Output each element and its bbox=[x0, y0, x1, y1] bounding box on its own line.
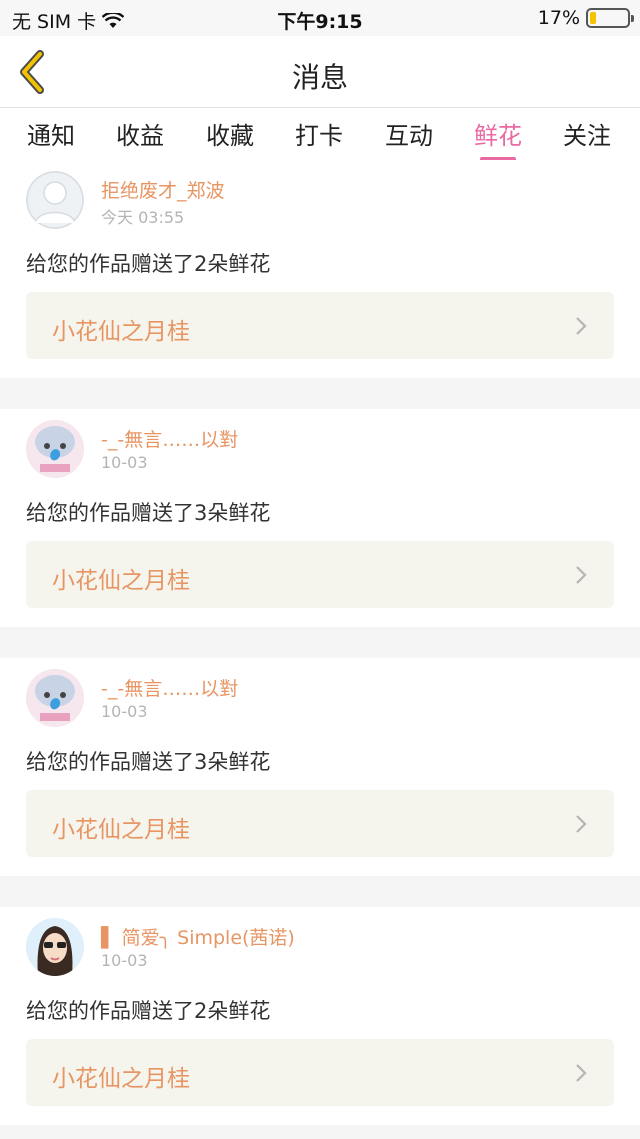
chevron-right-icon bbox=[576, 317, 587, 335]
tab-label: 关注 bbox=[563, 122, 611, 150]
chevron-right-icon bbox=[576, 815, 587, 833]
work-title: 小花仙之月桂 bbox=[52, 817, 190, 843]
message-card: -_-無言……以對 10-03 给您的作品赠送了3朵鲜花 小花仙之月桂 bbox=[0, 658, 640, 876]
tab-label: 打卡 bbox=[295, 122, 343, 150]
work-title: 小花仙之月桂 bbox=[52, 568, 190, 594]
tab-favorites[interactable]: 收藏 bbox=[190, 116, 270, 151]
work-link[interactable]: 小花仙之月桂 bbox=[26, 1039, 614, 1106]
message-text: 给您的作品赠送了2朵鲜花 bbox=[26, 999, 271, 1023]
sender-name[interactable]: ▌ 简爱╮ Simple(茜诺) bbox=[101, 923, 295, 950]
user-photo-avatar[interactable] bbox=[26, 420, 84, 478]
message-text: 给您的作品赠送了3朵鲜花 bbox=[26, 750, 271, 774]
work-title: 小花仙之月桂 bbox=[52, 319, 190, 345]
tab-checkin[interactable]: 打卡 bbox=[279, 116, 359, 151]
message-time: 今天 03:55 bbox=[101, 208, 185, 227]
tab-bar: 通知 收益 收藏 打卡 互动 鲜花 关注 bbox=[0, 108, 640, 161]
work-link[interactable]: 小花仙之月桂 bbox=[26, 790, 614, 857]
message-time: 10-03 bbox=[101, 453, 148, 472]
work-title: 小花仙之月桂 bbox=[52, 1066, 190, 1092]
tab-earnings[interactable]: 收益 bbox=[100, 116, 180, 151]
work-link[interactable]: 小花仙之月桂 bbox=[26, 541, 614, 608]
user-photo-avatar[interactable] bbox=[26, 918, 84, 976]
sender-name[interactable]: -_-無言……以對 bbox=[101, 674, 238, 701]
sender-name[interactable]: 拒绝废才_郑波 bbox=[101, 176, 225, 203]
tab-label: 收藏 bbox=[206, 122, 254, 150]
message-time: 10-03 bbox=[101, 702, 148, 721]
chevron-right-icon bbox=[576, 1064, 587, 1082]
message-time: 10-03 bbox=[101, 951, 148, 970]
message-card: ▌ 简爱╮ Simple(茜诺) 10-03 给您的作品赠送了2朵鲜花 小花仙之… bbox=[0, 907, 640, 1125]
chevron-right-icon bbox=[576, 566, 587, 584]
message-text: 给您的作品赠送了2朵鲜花 bbox=[26, 252, 271, 276]
battery-percent: 17% bbox=[537, 7, 580, 29]
tab-flowers[interactable]: 鲜花 bbox=[458, 116, 538, 161]
message-card: 拒绝废才_郑波 今天 03:55 给您的作品赠送了2朵鲜花 小花仙之月桂 bbox=[0, 160, 640, 378]
default-avatar-icon[interactable] bbox=[26, 171, 84, 229]
battery-icon bbox=[586, 8, 634, 28]
message-list: 拒绝废才_郑波 今天 03:55 给您的作品赠送了2朵鲜花 小花仙之月桂 -_-… bbox=[0, 160, 640, 1139]
message-card: -_-無言……以對 10-03 给您的作品赠送了3朵鲜花 小花仙之月桂 bbox=[0, 409, 640, 627]
nav-bar: 消息 bbox=[0, 36, 640, 108]
sender-name[interactable]: -_-無言……以對 bbox=[101, 425, 238, 452]
tab-label: 互动 bbox=[385, 122, 433, 150]
message-text: 给您的作品赠送了3朵鲜花 bbox=[26, 501, 271, 525]
tab-notice[interactable]: 通知 bbox=[11, 116, 91, 151]
battery-group: 17% bbox=[537, 7, 634, 29]
tab-interaction[interactable]: 互动 bbox=[369, 116, 449, 151]
tab-label: 通知 bbox=[27, 122, 75, 150]
tab-follow[interactable]: 关注 bbox=[547, 116, 627, 151]
status-bar: 无 SIM 卡 下午9:15 17% bbox=[0, 0, 640, 36]
tab-label: 收益 bbox=[116, 122, 164, 150]
battery-fill bbox=[590, 12, 597, 24]
work-link[interactable]: 小花仙之月桂 bbox=[26, 292, 614, 359]
tab-label: 鲜花 bbox=[474, 122, 522, 150]
user-photo-avatar[interactable] bbox=[26, 669, 84, 727]
page-title: 消息 bbox=[291, 61, 348, 94]
